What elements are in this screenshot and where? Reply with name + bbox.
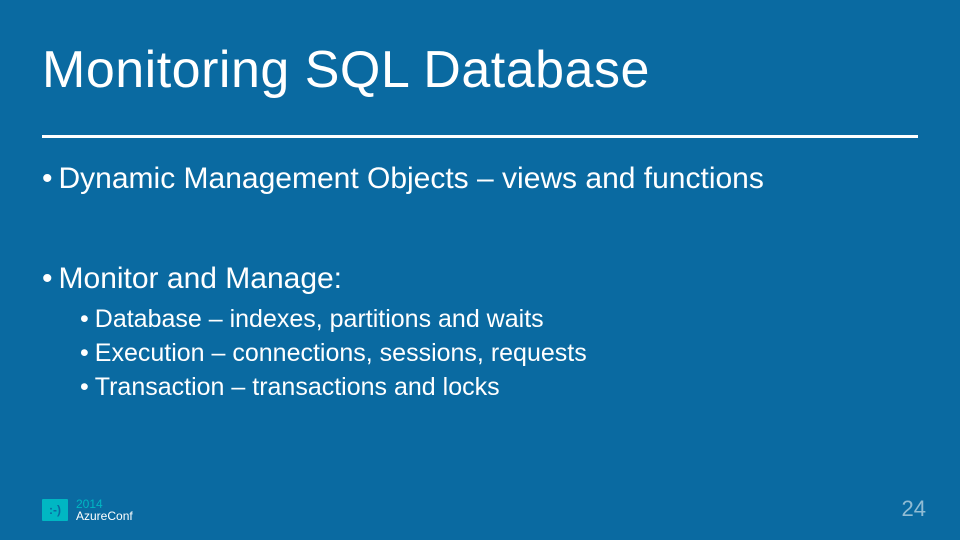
bullet-dot-icon: • xyxy=(42,260,53,298)
blank-line xyxy=(42,198,918,260)
bullet-level2: • Execution – connections, sessions, req… xyxy=(80,337,918,371)
bullet-dot-icon: • xyxy=(42,160,53,198)
bullet-level2: • Transaction – transactions and locks xyxy=(80,371,918,405)
logo-text: 2014 AzureConf xyxy=(76,498,133,522)
bullet-level2: • Database – indexes, partitions and wai… xyxy=(80,303,918,337)
logo-conf: AzureConf xyxy=(76,510,133,522)
slide-title: Monitoring SQL Database xyxy=(42,40,922,100)
bullet-level1: • Monitor and Manage: xyxy=(42,260,918,298)
logo-badge-icon: :-) xyxy=(42,499,68,521)
title-divider xyxy=(42,135,918,138)
bullet-text: Database – indexes, partitions and waits xyxy=(95,303,544,337)
bullet-text: Execution – connections, sessions, reque… xyxy=(95,337,587,371)
bullet-level1: • Dynamic Management Objects – views and… xyxy=(42,160,918,198)
bullet-dot-icon: • xyxy=(80,303,89,337)
bullet-text: Transaction – transactions and locks xyxy=(95,371,500,405)
slide: Monitoring SQL Database • Dynamic Manage… xyxy=(0,0,960,540)
page-number: 24 xyxy=(902,496,926,522)
footer-logo: :-) 2014 AzureConf xyxy=(42,498,133,522)
bullet-text: Dynamic Management Objects – views and f… xyxy=(59,160,764,198)
slide-body: • Dynamic Management Objects – views and… xyxy=(42,160,918,404)
bullet-dot-icon: • xyxy=(80,337,89,371)
sub-bullet-list: • Database – indexes, partitions and wai… xyxy=(80,303,918,404)
bullet-dot-icon: • xyxy=(80,371,89,405)
bullet-text: Monitor and Manage: xyxy=(59,260,343,298)
